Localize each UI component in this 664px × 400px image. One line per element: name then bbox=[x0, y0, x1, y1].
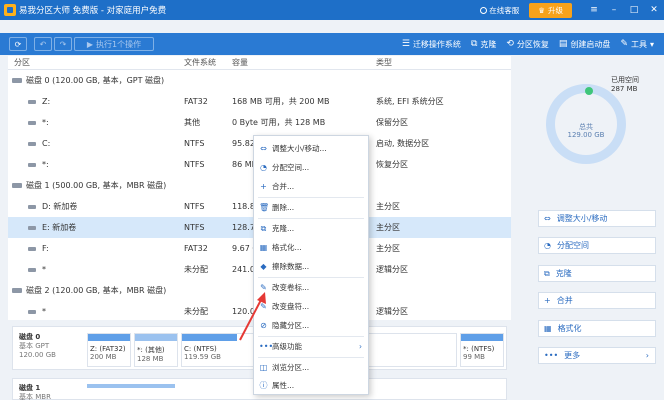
annotation-arrow-icon bbox=[239, 292, 266, 341]
